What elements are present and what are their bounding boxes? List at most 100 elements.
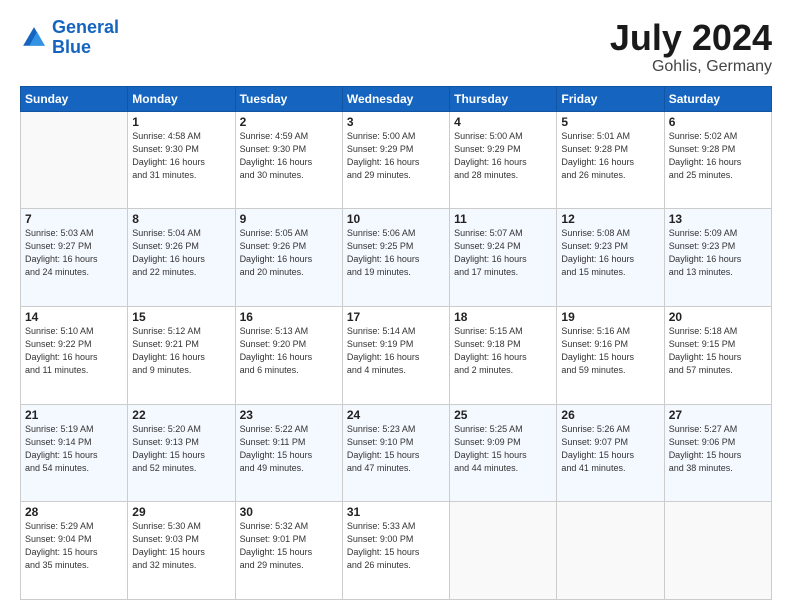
day-info: Sunrise: 5:07 AM Sunset: 9:24 PM Dayligh… xyxy=(454,227,552,279)
day-number: 15 xyxy=(132,310,230,324)
col-header-monday: Monday xyxy=(128,86,235,111)
day-number: 23 xyxy=(240,408,338,422)
calendar-cell: 12Sunrise: 5:08 AM Sunset: 9:23 PM Dayli… xyxy=(557,209,664,307)
calendar-cell xyxy=(21,111,128,209)
day-number: 25 xyxy=(454,408,552,422)
col-header-sunday: Sunday xyxy=(21,86,128,111)
day-info: Sunrise: 5:23 AM Sunset: 9:10 PM Dayligh… xyxy=(347,423,445,475)
day-number: 21 xyxy=(25,408,123,422)
col-header-tuesday: Tuesday xyxy=(235,86,342,111)
calendar-cell: 27Sunrise: 5:27 AM Sunset: 9:06 PM Dayli… xyxy=(664,404,771,502)
logo: General Blue xyxy=(20,18,119,58)
day-number: 18 xyxy=(454,310,552,324)
calendar-cell: 29Sunrise: 5:30 AM Sunset: 9:03 PM Dayli… xyxy=(128,502,235,600)
day-info: Sunrise: 5:27 AM Sunset: 9:06 PM Dayligh… xyxy=(669,423,767,475)
calendar-cell: 11Sunrise: 5:07 AM Sunset: 9:24 PM Dayli… xyxy=(450,209,557,307)
day-number: 22 xyxy=(132,408,230,422)
col-header-friday: Friday xyxy=(557,86,664,111)
calendar-cell: 23Sunrise: 5:22 AM Sunset: 9:11 PM Dayli… xyxy=(235,404,342,502)
calendar-cell: 8Sunrise: 5:04 AM Sunset: 9:26 PM Daylig… xyxy=(128,209,235,307)
day-number: 7 xyxy=(25,212,123,226)
calendar-cell: 6Sunrise: 5:02 AM Sunset: 9:28 PM Daylig… xyxy=(664,111,771,209)
day-info: Sunrise: 5:04 AM Sunset: 9:26 PM Dayligh… xyxy=(132,227,230,279)
day-number: 13 xyxy=(669,212,767,226)
calendar-week-row: 14Sunrise: 5:10 AM Sunset: 9:22 PM Dayli… xyxy=(21,306,772,404)
day-number: 27 xyxy=(669,408,767,422)
day-info: Sunrise: 5:30 AM Sunset: 9:03 PM Dayligh… xyxy=(132,520,230,572)
day-info: Sunrise: 5:15 AM Sunset: 9:18 PM Dayligh… xyxy=(454,325,552,377)
calendar-cell: 15Sunrise: 5:12 AM Sunset: 9:21 PM Dayli… xyxy=(128,306,235,404)
calendar-table: SundayMondayTuesdayWednesdayThursdayFrid… xyxy=(20,86,772,600)
day-info: Sunrise: 5:00 AM Sunset: 9:29 PM Dayligh… xyxy=(454,130,552,182)
calendar-cell: 20Sunrise: 5:18 AM Sunset: 9:15 PM Dayli… xyxy=(664,306,771,404)
day-info: Sunrise: 5:20 AM Sunset: 9:13 PM Dayligh… xyxy=(132,423,230,475)
calendar-cell xyxy=(664,502,771,600)
calendar-cell: 13Sunrise: 5:09 AM Sunset: 9:23 PM Dayli… xyxy=(664,209,771,307)
calendar-cell: 22Sunrise: 5:20 AM Sunset: 9:13 PM Dayli… xyxy=(128,404,235,502)
col-header-saturday: Saturday xyxy=(664,86,771,111)
calendar-cell: 4Sunrise: 5:00 AM Sunset: 9:29 PM Daylig… xyxy=(450,111,557,209)
day-number: 31 xyxy=(347,505,445,519)
calendar-cell: 30Sunrise: 5:32 AM Sunset: 9:01 PM Dayli… xyxy=(235,502,342,600)
calendar-header-row: SundayMondayTuesdayWednesdayThursdayFrid… xyxy=(21,86,772,111)
day-number: 1 xyxy=(132,115,230,129)
calendar-cell: 5Sunrise: 5:01 AM Sunset: 9:28 PM Daylig… xyxy=(557,111,664,209)
day-info: Sunrise: 5:09 AM Sunset: 9:23 PM Dayligh… xyxy=(669,227,767,279)
calendar-cell: 19Sunrise: 5:16 AM Sunset: 9:16 PM Dayli… xyxy=(557,306,664,404)
day-info: Sunrise: 5:01 AM Sunset: 9:28 PM Dayligh… xyxy=(561,130,659,182)
header: General Blue July 2024 Gohlis, Germany xyxy=(20,18,772,76)
day-info: Sunrise: 5:02 AM Sunset: 9:28 PM Dayligh… xyxy=(669,130,767,182)
day-info: Sunrise: 5:16 AM Sunset: 9:16 PM Dayligh… xyxy=(561,325,659,377)
day-info: Sunrise: 5:13 AM Sunset: 9:20 PM Dayligh… xyxy=(240,325,338,377)
calendar-cell: 28Sunrise: 5:29 AM Sunset: 9:04 PM Dayli… xyxy=(21,502,128,600)
calendar-cell: 26Sunrise: 5:26 AM Sunset: 9:07 PM Dayli… xyxy=(557,404,664,502)
day-info: Sunrise: 5:08 AM Sunset: 9:23 PM Dayligh… xyxy=(561,227,659,279)
day-number: 3 xyxy=(347,115,445,129)
calendar-cell: 21Sunrise: 5:19 AM Sunset: 9:14 PM Dayli… xyxy=(21,404,128,502)
calendar-cell: 16Sunrise: 5:13 AM Sunset: 9:20 PM Dayli… xyxy=(235,306,342,404)
calendar-week-row: 21Sunrise: 5:19 AM Sunset: 9:14 PM Dayli… xyxy=(21,404,772,502)
calendar-cell: 2Sunrise: 4:59 AM Sunset: 9:30 PM Daylig… xyxy=(235,111,342,209)
day-info: Sunrise: 5:26 AM Sunset: 9:07 PM Dayligh… xyxy=(561,423,659,475)
day-info: Sunrise: 5:29 AM Sunset: 9:04 PM Dayligh… xyxy=(25,520,123,572)
calendar-cell: 10Sunrise: 5:06 AM Sunset: 9:25 PM Dayli… xyxy=(342,209,449,307)
day-info: Sunrise: 5:14 AM Sunset: 9:19 PM Dayligh… xyxy=(347,325,445,377)
day-info: Sunrise: 5:25 AM Sunset: 9:09 PM Dayligh… xyxy=(454,423,552,475)
col-header-thursday: Thursday xyxy=(450,86,557,111)
calendar-cell: 31Sunrise: 5:33 AM Sunset: 9:00 PM Dayli… xyxy=(342,502,449,600)
calendar-cell: 18Sunrise: 5:15 AM Sunset: 9:18 PM Dayli… xyxy=(450,306,557,404)
day-number: 16 xyxy=(240,310,338,324)
day-info: Sunrise: 5:06 AM Sunset: 9:25 PM Dayligh… xyxy=(347,227,445,279)
day-number: 29 xyxy=(132,505,230,519)
day-number: 12 xyxy=(561,212,659,226)
calendar-week-row: 7Sunrise: 5:03 AM Sunset: 9:27 PM Daylig… xyxy=(21,209,772,307)
day-number: 10 xyxy=(347,212,445,226)
calendar-cell xyxy=(450,502,557,600)
day-info: Sunrise: 5:18 AM Sunset: 9:15 PM Dayligh… xyxy=(669,325,767,377)
logo-icon xyxy=(20,24,48,52)
day-info: Sunrise: 5:05 AM Sunset: 9:26 PM Dayligh… xyxy=(240,227,338,279)
day-info: Sunrise: 5:10 AM Sunset: 9:22 PM Dayligh… xyxy=(25,325,123,377)
day-number: 19 xyxy=(561,310,659,324)
day-info: Sunrise: 5:32 AM Sunset: 9:01 PM Dayligh… xyxy=(240,520,338,572)
day-number: 6 xyxy=(669,115,767,129)
day-info: Sunrise: 4:58 AM Sunset: 9:30 PM Dayligh… xyxy=(132,130,230,182)
calendar-cell: 1Sunrise: 4:58 AM Sunset: 9:30 PM Daylig… xyxy=(128,111,235,209)
day-info: Sunrise: 5:03 AM Sunset: 9:27 PM Dayligh… xyxy=(25,227,123,279)
day-info: Sunrise: 5:00 AM Sunset: 9:29 PM Dayligh… xyxy=(347,130,445,182)
day-number: 28 xyxy=(25,505,123,519)
day-number: 30 xyxy=(240,505,338,519)
calendar-cell: 24Sunrise: 5:23 AM Sunset: 9:10 PM Dayli… xyxy=(342,404,449,502)
day-number: 8 xyxy=(132,212,230,226)
logo-text-line1: General xyxy=(52,18,119,38)
page: General Blue July 2024 Gohlis, Germany S… xyxy=(0,0,792,612)
calendar-cell: 3Sunrise: 5:00 AM Sunset: 9:29 PM Daylig… xyxy=(342,111,449,209)
day-number: 20 xyxy=(669,310,767,324)
calendar-cell: 17Sunrise: 5:14 AM Sunset: 9:19 PM Dayli… xyxy=(342,306,449,404)
day-number: 2 xyxy=(240,115,338,129)
day-number: 4 xyxy=(454,115,552,129)
calendar-cell: 14Sunrise: 5:10 AM Sunset: 9:22 PM Dayli… xyxy=(21,306,128,404)
logo-text-line2: Blue xyxy=(52,38,119,58)
day-number: 26 xyxy=(561,408,659,422)
calendar-week-row: 28Sunrise: 5:29 AM Sunset: 9:04 PM Dayli… xyxy=(21,502,772,600)
